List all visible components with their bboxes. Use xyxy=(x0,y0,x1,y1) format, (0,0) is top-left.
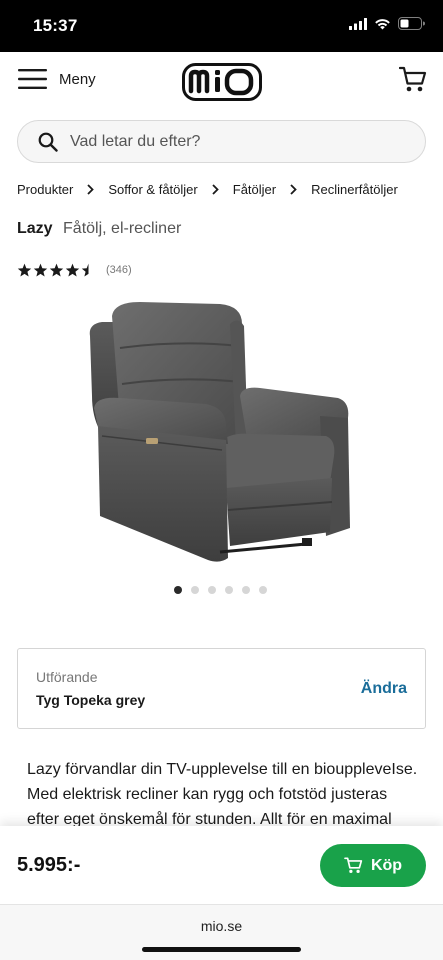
star-icon xyxy=(17,263,32,277)
status-bar: 15:37 xyxy=(0,0,443,52)
product-name: Lazy xyxy=(17,220,53,237)
product-title: Lazy Fåtölj, el-recliner xyxy=(17,220,181,238)
battery-icon xyxy=(398,17,425,30)
product-price: 5.995:- xyxy=(17,854,81,876)
search-input[interactable] xyxy=(70,132,390,151)
buy-button[interactable]: Köp xyxy=(320,844,426,887)
home-indicator[interactable] xyxy=(142,947,301,952)
wifi-icon xyxy=(375,18,390,29)
star-icon xyxy=(65,263,80,277)
status-icons xyxy=(349,17,425,30)
cart-icon xyxy=(344,857,363,874)
rating-stars xyxy=(17,263,96,277)
product-description: Lazy förvandlar din TV-upplevelse till e… xyxy=(27,761,418,828)
chevron-right-icon xyxy=(212,184,219,195)
browser-bar: mio.se xyxy=(0,904,443,960)
half-star-icon xyxy=(81,263,96,277)
product-image[interactable] xyxy=(80,296,360,566)
breadcrumb-item-produkter[interactable]: Produkter xyxy=(17,182,73,197)
product-rating[interactable]: (346) xyxy=(17,263,132,277)
status-time: 15:37 xyxy=(33,16,78,35)
product-subtitle: Fåtölj, el-recliner xyxy=(63,220,182,237)
search-bar[interactable] xyxy=(17,120,426,163)
buy-bar: 5.995:- Köp xyxy=(0,826,443,904)
chevron-right-icon xyxy=(290,184,297,195)
breadcrumb-item-fatoljer[interactable]: Fåtöljer xyxy=(233,182,276,197)
breadcrumb-item-soffor[interactable]: Soffor & fåtöljer xyxy=(108,182,197,197)
breadcrumb-item-reclinerfatoljer[interactable]: Reclinerfåtöljer xyxy=(311,182,398,197)
chevron-right-icon xyxy=(87,184,95,195)
star-icon xyxy=(49,263,64,277)
signal-icon xyxy=(349,17,367,30)
variant-selector[interactable]: Utförande Tyg Topeka grey Ändra xyxy=(17,648,426,729)
menu-button[interactable]: Meny xyxy=(18,68,96,90)
cart-icon xyxy=(398,66,427,92)
breadcrumb: Produkter Soffor & fåtöljer Fåtöljer Rec… xyxy=(17,182,437,197)
variant-value: Tyg Topeka grey xyxy=(36,692,146,708)
mio-logo[interactable] xyxy=(182,63,262,106)
buy-button-label: Köp xyxy=(370,856,403,874)
url-bar[interactable]: mio.se xyxy=(0,918,443,934)
carousel-dot-3[interactable] xyxy=(208,586,216,594)
hamburger-icon xyxy=(18,69,47,89)
variant-label: Utförande xyxy=(36,669,98,685)
carousel-dot-1[interactable] xyxy=(174,586,182,594)
cart-button[interactable] xyxy=(398,66,427,98)
carousel-dot-6[interactable] xyxy=(259,586,267,594)
carousel-dot-5[interactable] xyxy=(242,586,250,594)
carousel-dot-2[interactable] xyxy=(191,586,199,594)
menu-label: Meny xyxy=(59,70,96,88)
review-count: (346) xyxy=(106,264,132,276)
change-variant-link[interactable]: Ändra xyxy=(361,680,407,698)
carousel-dot-4[interactable] xyxy=(225,586,233,594)
star-icon xyxy=(33,263,48,277)
site-header: Meny xyxy=(0,52,443,112)
image-carousel-dots xyxy=(174,586,267,594)
search-icon xyxy=(38,132,58,152)
